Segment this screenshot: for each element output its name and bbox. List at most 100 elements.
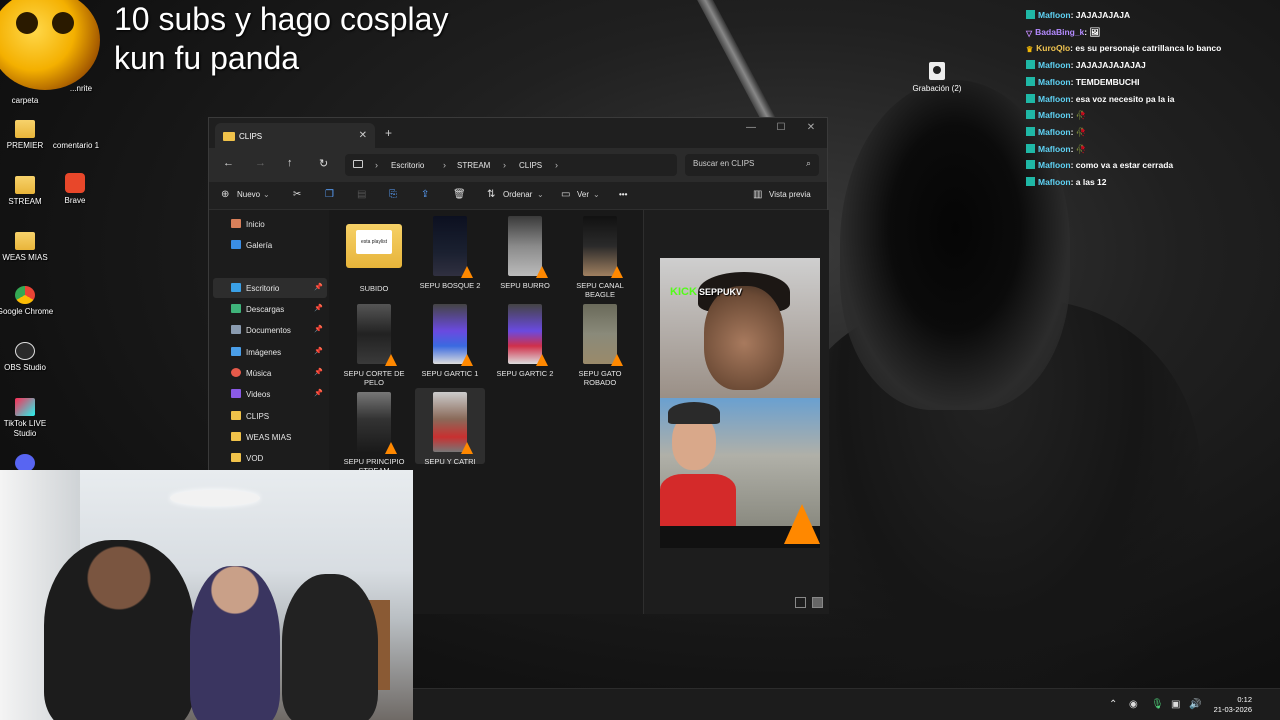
sidebar-item-inicio[interactable]: Inicio bbox=[213, 214, 327, 234]
sidebar-item-escritorio[interactable]: Escritorio 📌 bbox=[213, 278, 327, 298]
sidebar-item-clips[interactable]: CLIPS bbox=[213, 406, 327, 426]
more-options-button[interactable]: ••• bbox=[619, 190, 627, 199]
copy-icon[interactable]: ❐ bbox=[325, 189, 334, 200]
volume-icon[interactable]: 🔊 bbox=[1189, 699, 1201, 710]
file-item-sepu-bosque-2[interactable]: SEPU BOSQUE 2 bbox=[415, 212, 485, 290]
webcam-feed bbox=[0, 470, 413, 720]
new-tab-button[interactable]: + bbox=[385, 126, 392, 140]
desktop-icon-comentario[interactable]: comentario 1 bbox=[43, 120, 109, 151]
overlay-title-line-2: kun fu panda bbox=[114, 40, 300, 76]
breadcrumb-stream[interactable]: STREAM bbox=[457, 161, 490, 170]
desktop-icon-carpeta[interactable]: carpeta bbox=[0, 96, 58, 106]
sidebar-item-weas-mias[interactable]: WEAS MIAS bbox=[213, 427, 327, 447]
microphone-icon[interactable]: 🎙 bbox=[1151, 699, 1164, 710]
up-arrow-icon[interactable]: ↑ bbox=[287, 157, 293, 169]
file-item-sepu-burro[interactable]: SEPU BURRO bbox=[490, 212, 560, 290]
rename-icon[interactable]: ⎘ bbox=[389, 189, 397, 200]
vlc-icon bbox=[536, 354, 548, 366]
taskbar: ⌃ ◉ 🎙 ▣ 🔊 0:12 21-03-2026 bbox=[413, 688, 1280, 720]
preview-pane-button[interactable]: Vista previa bbox=[769, 190, 811, 199]
home-icon bbox=[231, 219, 241, 228]
chevron-down-icon: ⌄ bbox=[537, 190, 544, 199]
vlc-icon bbox=[385, 354, 397, 366]
file-item-sepu-gato-robado[interactable]: SEPU GATO ROBADO bbox=[565, 300, 635, 387]
details-view-button[interactable] bbox=[794, 597, 806, 608]
view-toggle bbox=[791, 597, 823, 610]
refresh-icon[interactable]: ↻ bbox=[319, 157, 328, 170]
forward-arrow-icon[interactable]: → bbox=[255, 157, 266, 169]
sidebar-item-imagenes[interactable]: Imágenes 📌 bbox=[213, 342, 327, 362]
search-icon: ⌕ bbox=[805, 158, 811, 168]
desktop-icon-chrome[interactable]: Google Chrome bbox=[0, 286, 58, 317]
cut-icon[interactable]: ✂ bbox=[293, 189, 301, 200]
breadcrumb-clips[interactable]: CLIPS bbox=[519, 161, 542, 170]
sort-button[interactable]: Ordenar bbox=[503, 190, 532, 199]
pin-icon: 📌 bbox=[314, 390, 323, 397]
delete-icon[interactable]: 🗑 bbox=[453, 189, 466, 200]
close-tab-icon[interactable]: ✕ bbox=[359, 130, 367, 141]
sub-badge-icon bbox=[1026, 93, 1035, 103]
folder-icon bbox=[223, 132, 235, 141]
vlc-icon bbox=[784, 504, 820, 544]
file-item-sepu-canal-beagle[interactable]: SEPU CANAL BEAGLE bbox=[565, 212, 635, 299]
maximize-button[interactable]: ☐ bbox=[767, 122, 795, 133]
sub-badge-icon bbox=[1026, 60, 1035, 70]
chrome-icon bbox=[15, 286, 35, 304]
address-breadcrumb[interactable]: › Escritorio › STREAM › CLIPS › bbox=[345, 154, 677, 176]
video-thumbnail bbox=[433, 392, 473, 454]
paste-icon[interactable]: ▤ bbox=[357, 189, 366, 200]
command-bar: ⊕ Nuevo ⌄ ✂ ❐ ▤ ⎘ ⇪ 🗑 ⇅ Ordenar ⌄ ▭ Ver … bbox=[209, 182, 827, 210]
share-icon[interactable]: ⇪ bbox=[421, 189, 429, 200]
pin-icon: 📌 bbox=[314, 369, 323, 376]
back-arrow-icon[interactable]: ← bbox=[223, 157, 234, 169]
breadcrumb-escritorio[interactable]: Escritorio bbox=[391, 161, 424, 170]
desktop-icon-nrite[interactable]: ...nrite bbox=[48, 84, 114, 94]
stream-overlay-title: 10 subs y hago cosplay kun fu panda bbox=[114, 0, 448, 78]
file-item-sepu-corte-de-pelo[interactable]: SEPU CORTE DE PELO bbox=[339, 300, 409, 387]
vlc-icon bbox=[536, 266, 548, 278]
discord-tray-icon[interactable]: ◉ bbox=[1129, 699, 1138, 710]
file-item-subido[interactable]: esta playlist SUBIDO bbox=[339, 212, 409, 293]
tab-clips[interactable]: CLIPS ✕ bbox=[215, 123, 375, 149]
clock-date: 21-03-2026 bbox=[1213, 705, 1252, 714]
person-right bbox=[282, 574, 378, 720]
download-icon bbox=[231, 304, 241, 313]
sub-badge-icon bbox=[1026, 76, 1035, 86]
minimize-button[interactable]: — bbox=[737, 122, 765, 133]
sub-badge-icon bbox=[1026, 143, 1035, 153]
person-middle bbox=[190, 566, 280, 720]
ceiling-fan bbox=[170, 490, 260, 506]
file-item-sepu-y-catri[interactable]: SEPU Y CATRI bbox=[415, 388, 485, 466]
video-thumbnail bbox=[357, 304, 397, 366]
sidebar-item-galeria[interactable]: Galería bbox=[213, 235, 327, 255]
video-thumbnail bbox=[433, 216, 473, 278]
sidebar-item-descargas[interactable]: Descargas 📌 bbox=[213, 299, 327, 319]
desktop-file-grabacion[interactable]: Grabación (2) bbox=[906, 62, 968, 93]
preview-pane: KICK SEPPUKV bbox=[643, 210, 829, 614]
sidebar-item-musica[interactable]: Música 📌 bbox=[213, 363, 327, 383]
pin-icon: 📌 bbox=[314, 326, 323, 333]
network-icon[interactable]: ▣ bbox=[1171, 699, 1180, 710]
chevron-down-icon: ⌄ bbox=[593, 190, 600, 199]
desktop-icon-tiktok-live[interactable]: TikTok LIVE Studio bbox=[0, 398, 58, 439]
chevron-up-icon[interactable]: ⌃ bbox=[1109, 699, 1117, 710]
sidebar-item-vod[interactable]: VOD bbox=[213, 448, 327, 468]
sidebar-item-videos[interactable]: Videos 📌 bbox=[213, 384, 327, 404]
vlc-icon bbox=[385, 442, 397, 454]
search-input[interactable] bbox=[693, 159, 793, 168]
file-item-sepu-gartic-2[interactable]: SEPU GARTIC 2 bbox=[490, 300, 560, 378]
desktop-icon-brave[interactable]: Brave bbox=[42, 173, 108, 206]
desktop-icon-weas-mias[interactable]: WEAS MIAS bbox=[0, 232, 58, 263]
close-window-button[interactable]: ✕ bbox=[797, 122, 825, 133]
chevron-right-icon: › bbox=[503, 160, 506, 170]
desktop-icon-obs[interactable]: OBS Studio bbox=[0, 342, 58, 373]
file-item-sepu-gartic-1[interactable]: SEPU GARTIC 1 bbox=[415, 300, 485, 378]
view-button[interactable]: Ver bbox=[577, 190, 589, 199]
file-item-sepu-principio-stream[interactable]: SEPU PRINCIPIO STREAM bbox=[339, 388, 409, 475]
system-clock[interactable]: 0:12 21-03-2026 bbox=[1214, 695, 1252, 715]
vlc-icon bbox=[461, 354, 473, 366]
sidebar-item-documentos[interactable]: Documentos 📌 bbox=[213, 320, 327, 340]
new-button[interactable]: Nuevo bbox=[237, 190, 260, 199]
folder-icon bbox=[231, 432, 241, 441]
large-icons-view-button[interactable] bbox=[812, 597, 823, 608]
